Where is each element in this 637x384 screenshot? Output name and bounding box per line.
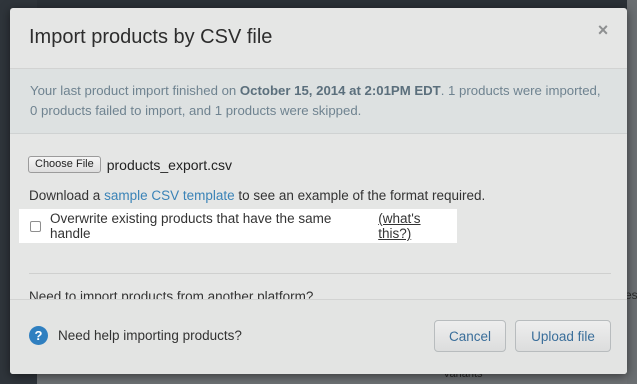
modal-header: Import products by CSV file × xyxy=(10,8,627,69)
choose-file-button[interactable]: Choose File xyxy=(28,156,101,173)
whats-this-link[interactable]: (what's this?) xyxy=(378,211,457,241)
cancel-button[interactable]: Cancel xyxy=(434,320,506,352)
modal-footer: ? Need help importing products? Cancel U… xyxy=(10,299,627,374)
last-import-notice: Your last product import finished on Oct… xyxy=(10,69,627,134)
import-modal: Import products by CSV file × Your last … xyxy=(10,8,627,374)
background-page-edge xyxy=(627,0,637,384)
modal-body: Choose File products_export.csv Download… xyxy=(10,134,627,304)
notice-date: October 15, 2014 at 2:01PM EDT xyxy=(239,83,441,98)
download-suffix: to see an example of the format required… xyxy=(234,188,486,203)
file-picker: Choose File products_export.csv xyxy=(28,156,232,173)
question-icon[interactable]: ? xyxy=(29,326,48,345)
divider xyxy=(29,273,611,274)
download-prefix: Download a xyxy=(29,188,105,203)
modal-title: Import products by CSV file xyxy=(29,26,273,48)
notice-prefix: Your last product import finished on xyxy=(30,83,240,98)
overwrite-checkbox[interactable] xyxy=(30,220,41,232)
selected-file-name: products_export.csv xyxy=(106,156,232,173)
upload-file-button[interactable]: Upload file xyxy=(515,320,611,352)
download-template-text: Download a sample CSV template to see an… xyxy=(29,188,485,203)
close-icon[interactable]: × xyxy=(595,21,611,39)
sample-csv-template-link[interactable]: sample CSV template xyxy=(104,188,235,203)
overwrite-label[interactable]: Overwrite existing products that have th… xyxy=(50,211,374,241)
overwrite-option: Overwrite existing products that have th… xyxy=(19,209,457,243)
help-text: Need help importing products? xyxy=(58,328,242,343)
